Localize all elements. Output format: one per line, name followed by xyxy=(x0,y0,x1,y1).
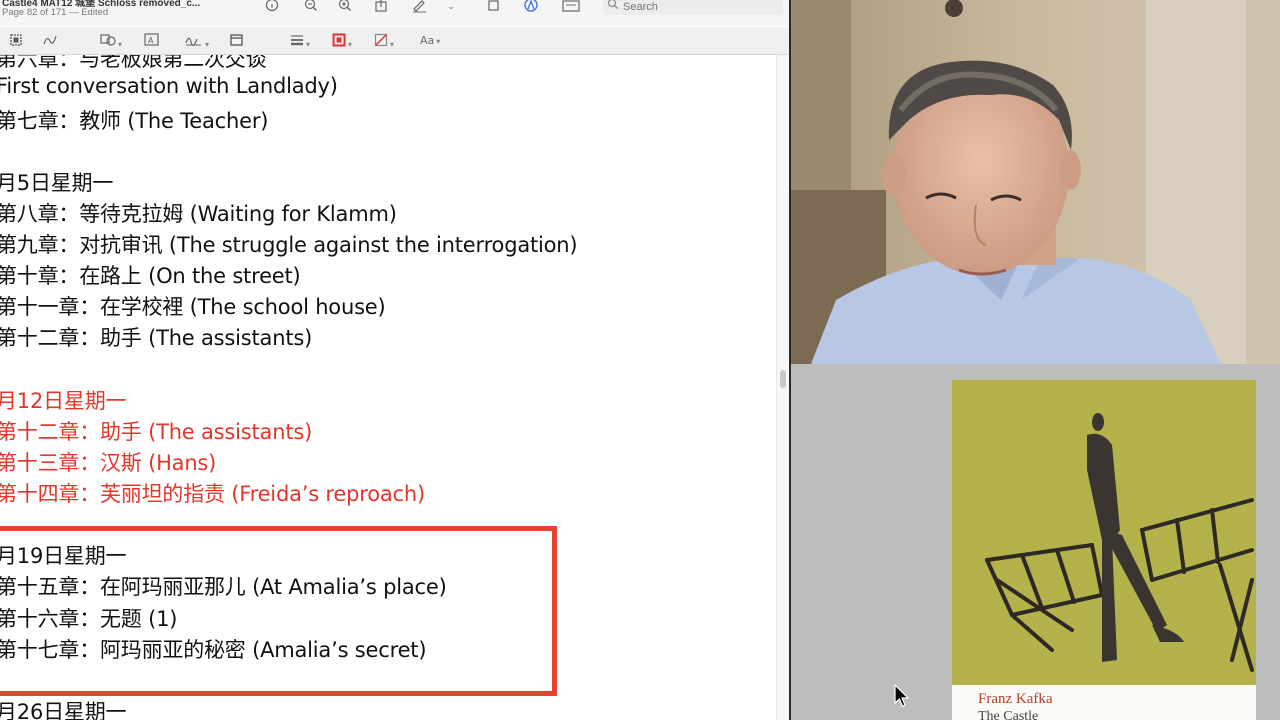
fill-color-icon[interactable]: ▾ xyxy=(374,33,394,49)
title-bar: Castle4 MAT12 城堡 Schloss removed_c... Pa… xyxy=(0,0,789,26)
info-icon[interactable] xyxy=(263,0,281,14)
document-line: 第六章：与老板娘第二次交谈 xyxy=(0,55,267,71)
document-line: 第九章：对抗审讯 (The struggle against the inter… xyxy=(0,233,578,257)
preview-window: Castle4 MAT12 城堡 Schloss removed_c... Pa… xyxy=(0,0,789,720)
webcam-video xyxy=(791,0,1280,364)
document-line: 第十二章：助手 (The assistants) xyxy=(0,326,313,350)
line-style-icon[interactable]: ▾ xyxy=(290,33,310,49)
book-cover-panel: Franz Kafka The Castle xyxy=(791,364,1280,720)
document-line: 月26日星期一 xyxy=(0,700,127,720)
search-icon xyxy=(607,0,621,14)
book-author: Franz Kafka xyxy=(978,691,1053,707)
text-style-label: Aa xyxy=(420,34,435,47)
webcam-person-image xyxy=(791,0,1280,364)
search-field[interactable] xyxy=(603,0,783,15)
chevron-down-icon[interactable]: ⌄ xyxy=(442,0,460,14)
scroll-thumb[interactable] xyxy=(780,370,786,388)
shapes-icon[interactable]: ▾ xyxy=(100,33,122,49)
share-icon[interactable] xyxy=(372,0,390,14)
zoom-in-icon[interactable] xyxy=(336,0,354,14)
document-line: 第十六章：无题 (1) xyxy=(0,607,178,631)
search-input[interactable] xyxy=(623,0,773,13)
cover-title-band: Franz Kafka The Castle xyxy=(952,685,1256,720)
svg-text:A: A xyxy=(148,36,154,45)
mouse-cursor-icon xyxy=(894,684,910,707)
document-line: 月5日星期一 xyxy=(0,171,114,195)
document-line: 第十七章：阿玛丽亚的秘密 (Amalia’s secret) xyxy=(0,638,427,662)
book-cover: Franz Kafka The Castle xyxy=(952,380,1256,720)
markup-toolbar: ▾ A ▾ ▾ ▾ ▾ Aa ▾ xyxy=(0,27,789,55)
document-line: 第八章：等待克拉姆 (Waiting for Klamm) xyxy=(0,202,397,226)
note-icon[interactable] xyxy=(230,33,244,49)
rotate-icon[interactable] xyxy=(485,0,503,14)
zoom-out-icon[interactable] xyxy=(302,0,320,14)
document-line: 第十章：在路上 (On the street) xyxy=(0,264,301,288)
document-line: 月12日星期一 xyxy=(0,389,127,413)
vertical-scrollbar[interactable] xyxy=(776,55,789,720)
text-selection-icon[interactable] xyxy=(9,33,23,49)
text-style-button[interactable]: Aa ▾ xyxy=(420,33,440,49)
document-line: 月19日星期一 xyxy=(0,544,127,568)
text-box-icon[interactable]: A xyxy=(144,33,160,49)
document-line: 第十五章：在阿玛丽亚那儿 (At Amalia’s place) xyxy=(0,575,447,599)
document-subtitle: Page 82 of 171 — Edited xyxy=(2,7,109,18)
document-line: 第十四章：芙丽坦的指责 (Freida’s reproach) xyxy=(0,482,425,506)
pdf-page: 第六章：与老板娘第二次交谈 First conversation with Lan… xyxy=(0,55,776,720)
signature-icon[interactable]: ▾ xyxy=(185,33,209,49)
sketch-icon[interactable] xyxy=(42,33,58,49)
border-color-icon[interactable]: ▾ xyxy=(332,33,352,49)
highlight-icon[interactable] xyxy=(522,0,540,14)
form-icon[interactable] xyxy=(562,0,580,14)
document-line: 第七章：教师 (The Teacher) xyxy=(0,109,269,133)
document-line: 第十三章：汉斯 (Hans) xyxy=(0,451,217,475)
document-line: 第十二章：助手 (The assistants) xyxy=(0,420,313,444)
book-title: The Castle xyxy=(978,709,1039,720)
document-line: 第十一章：在学校裡 (The school house) xyxy=(0,295,386,319)
walking-figure-illustration xyxy=(952,380,1256,685)
markup-pen-icon[interactable] xyxy=(411,0,429,14)
document-line: First conversation with Landlady) xyxy=(0,74,338,98)
